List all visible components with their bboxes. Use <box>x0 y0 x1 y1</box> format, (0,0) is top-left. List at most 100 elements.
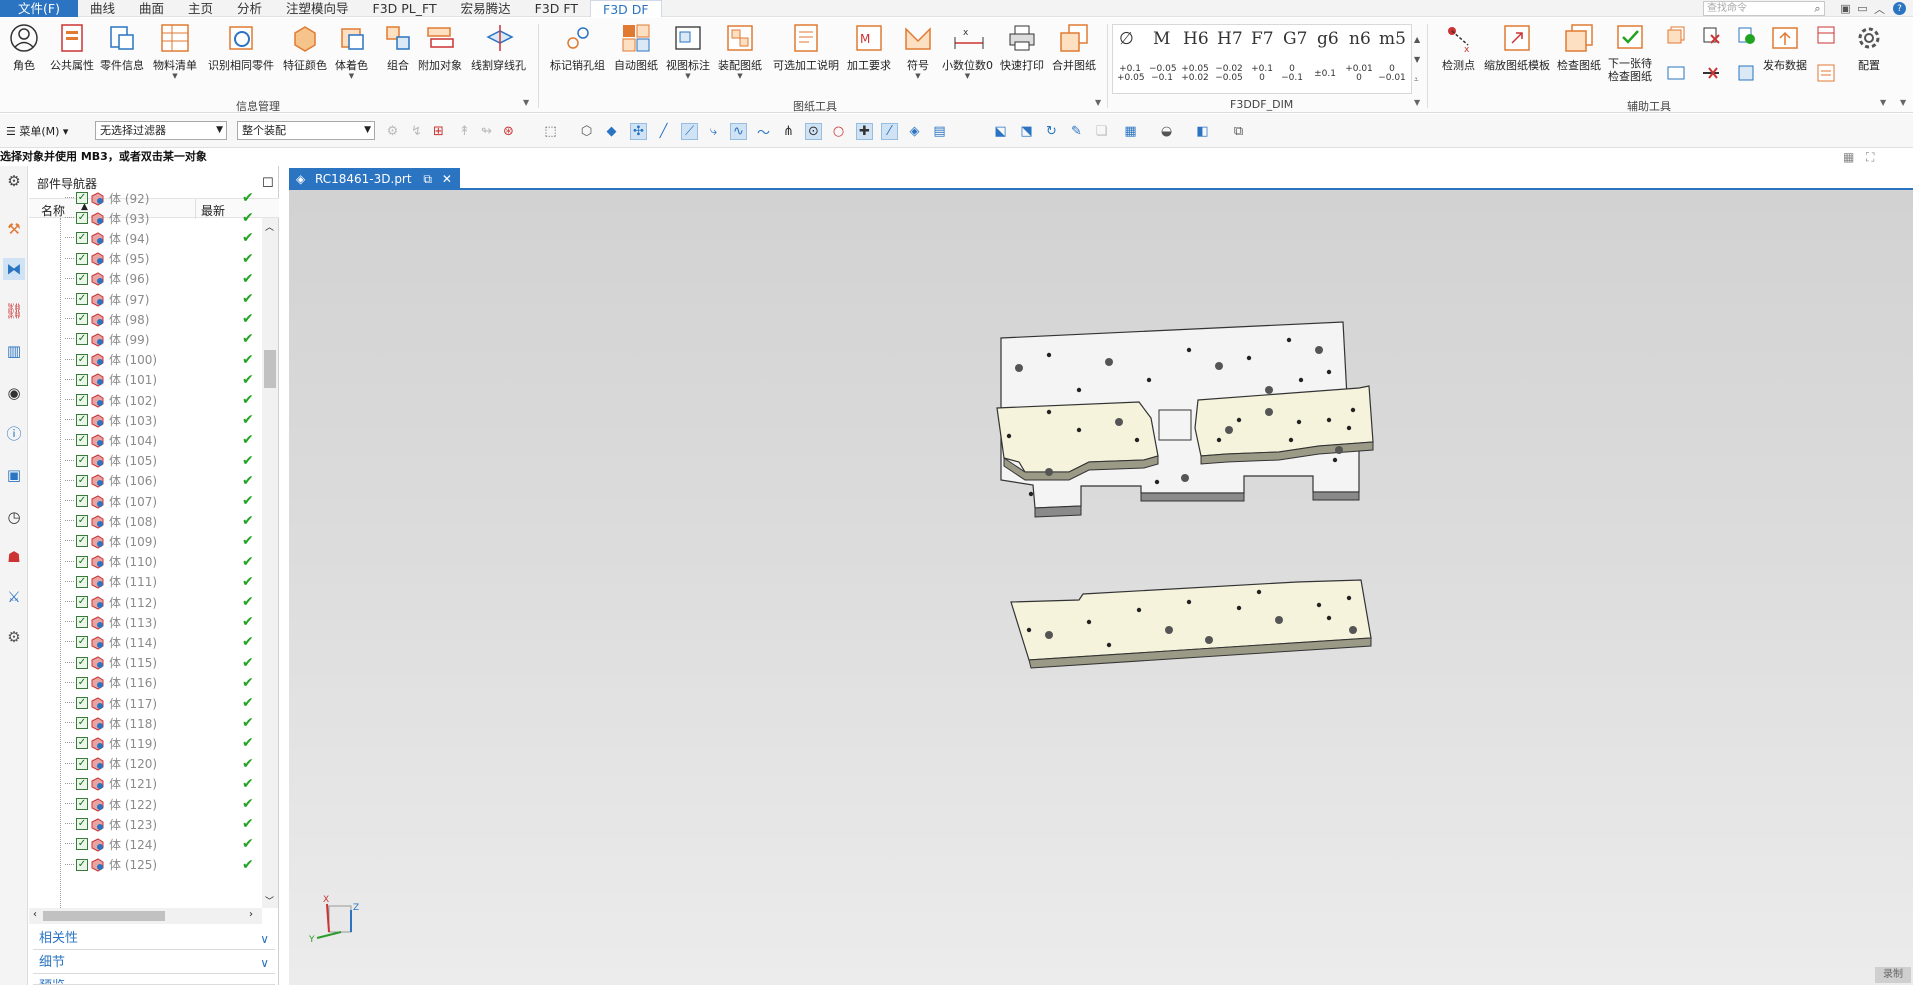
part-navigator-icon[interactable]: ⧓ <box>3 258 25 280</box>
menu-tab-analysis[interactable]: 分析 <box>225 0 274 17</box>
line-icon[interactable]: ╱ <box>655 123 672 140</box>
visibility-checkbox[interactable]: ✓ <box>76 798 88 810</box>
filter-icon-1[interactable]: ⚙ <box>384 123 401 140</box>
machining-requirement-button[interactable]: M 加工要求 <box>847 22 891 73</box>
tree-row[interactable]: ✓ 体 (97) ✔ <box>29 289 265 309</box>
layer-icon[interactable]: ❏ <box>1093 123 1110 140</box>
scroll-down-icon[interactable]: ﹀ <box>265 894 274 907</box>
wire-hole-button[interactable]: 线割穿线孔 <box>471 22 526 73</box>
visibility-checkbox[interactable]: ✓ <box>76 555 88 568</box>
visibility-checkbox[interactable]: ✓ <box>76 737 88 750</box>
visibility-checkbox[interactable]: ✓ <box>76 212 88 225</box>
tree-row[interactable]: ✓ 体 (108) ✔ <box>29 511 265 531</box>
tree-row[interactable]: ✓ 体 (111) ✔ <box>29 572 265 592</box>
tree-row[interactable]: ✓ 体 (96) ✔ <box>29 269 265 289</box>
detach-icon[interactable]: ⧉ <box>423 172 432 186</box>
tree-row[interactable]: ✓ 体 (119) ✔ <box>29 733 265 753</box>
tool-icon[interactable]: ⚔ <box>3 586 25 608</box>
dropdown-arrow-icon[interactable]: ▼ <box>349 73 354 80</box>
spline-icon[interactable]: ∿ <box>730 123 747 140</box>
visibility-checkbox[interactable]: ✓ <box>76 697 88 709</box>
curve-icon[interactable]: ⤷ <box>705 123 722 140</box>
visual-icon[interactable]: ◉ <box>3 382 25 404</box>
menu-tab-hongyi[interactable]: 宏易腾达 <box>449 0 523 17</box>
tree-row[interactable]: ✓ 体 (123) ✔ <box>29 814 265 834</box>
record-button[interactable]: 录制 <box>1875 967 1911 983</box>
check-point-button[interactable]: x 检测点 <box>1442 22 1475 73</box>
auto-drawing-button[interactable]: 自动图纸 <box>614 22 658 73</box>
dropdown-arrow-icon[interactable]: ▼ <box>685 73 690 80</box>
tree-row[interactable]: ✓ 体 (124) ✔ <box>29 834 265 854</box>
tree-row[interactable]: ✓ 体 (125) ✔ <box>29 855 265 875</box>
visibility-checkbox[interactable]: ✓ <box>76 495 88 507</box>
fit-g6-symbol[interactable]: g6 <box>1317 29 1339 49</box>
tolerance-4[interactable]: −0.02 −0.05 <box>1215 65 1243 83</box>
dropdown-arrow-icon[interactable]: ▼ <box>915 73 920 80</box>
merge-drawings-button[interactable]: 合并图纸 <box>1052 22 1096 73</box>
selection-filter-select[interactable]: 无选择过滤器 ▼ <box>95 121 227 140</box>
aux-icon-5[interactable] <box>1700 62 1722 87</box>
reuse-library-icon[interactable]: ▥ <box>3 340 25 362</box>
visibility-checkbox[interactable]: ✓ <box>76 353 88 366</box>
search-icon[interactable]: ⌕ <box>1810 1 1825 16</box>
tree-row[interactable]: ✓ 体 (92) ✔ <box>29 188 265 208</box>
tree-row[interactable]: ✓ 体 (99) ✔ <box>29 329 265 349</box>
fullscreen-icon[interactable]: ⛶ <box>1866 150 1874 165</box>
ribbon-options-icon[interactable]: ▼ <box>1900 98 1906 107</box>
snap-point-icon[interactable]: ✣ <box>630 123 647 140</box>
config-button[interactable]: 配置 <box>1853 22 1885 73</box>
robot-icon[interactable]: ⚙ <box>3 626 25 648</box>
menu-tab-f3d-ft[interactable]: F3D FT <box>523 0 590 17</box>
tree-row[interactable]: ✓ 体 (95) ✔ <box>29 249 265 269</box>
menu-tab-curve[interactable]: 曲线 <box>78 0 127 17</box>
face-icon[interactable]: ◈ <box>906 123 923 140</box>
filter-icon-2[interactable]: ↯ <box>408 123 425 140</box>
tree-row[interactable]: ✓ 体 (107) ✔ <box>29 491 265 511</box>
view-cube-icon[interactable]: ⬡ <box>578 123 595 140</box>
close-icon[interactable]: ✕ <box>442 172 452 186</box>
dropdown-arrow-icon[interactable]: ▼ <box>172 73 177 80</box>
tree-row[interactable]: ✓ 体 (113) ✔ <box>29 612 265 632</box>
scroll-left-icon[interactable]: ‹ <box>33 909 37 920</box>
visibility-checkbox[interactable]: ✓ <box>76 575 88 588</box>
wave-icon[interactable]: 〜 <box>755 123 772 141</box>
fit-g7-symbol[interactable]: G7 <box>1283 29 1307 49</box>
visibility-checkbox[interactable]: ✓ <box>76 616 88 629</box>
scroll-thumb[interactable] <box>264 350 276 388</box>
gallery-scroll-icons[interactable]: ▲ ▼ ⩡ <box>1414 30 1420 90</box>
aux-icon-7[interactable] <box>1815 24 1837 49</box>
aux-icon-2[interactable] <box>1700 24 1722 49</box>
panel-details[interactable]: 细节 ∨ <box>33 952 275 974</box>
fit-f7-symbol[interactable]: F7 <box>1251 29 1274 49</box>
machining-note-button[interactable]: 可选加工说明 <box>773 22 839 73</box>
combine-button[interactable]: 组合 <box>382 22 414 73</box>
tree-row[interactable]: ✓ 体 (94) ✔ <box>29 228 265 248</box>
window-icon[interactable]: ▣ <box>1838 1 1853 16</box>
menu-tab-home[interactable]: 主页 <box>176 0 225 17</box>
bom-button[interactable]: 物料清单 ▼ <box>153 22 197 80</box>
group-expand-icon[interactable]: ▼ <box>523 98 529 107</box>
panel-preview[interactable]: 预览 <box>33 976 275 985</box>
help-icon[interactable]: ? <box>1893 2 1906 15</box>
visibility-checkbox[interactable]: ✓ <box>76 757 88 770</box>
minimize-ribbon-icon[interactable]: ▭ <box>1855 1 1870 16</box>
add-selection-icon[interactable]: ⊞ <box>430 123 447 140</box>
intersect-icon[interactable]: ✚ <box>856 123 873 140</box>
section-icon[interactable]: ◒ <box>1158 123 1175 140</box>
aux-icon-1[interactable] <box>1665 24 1687 49</box>
document-icon[interactable]: ▣ <box>3 464 25 486</box>
menu-tab-f3d-pl-ft[interactable]: F3D PL_FT <box>361 0 449 17</box>
horizontal-scrollbar[interactable]: ‹ › <box>29 908 262 924</box>
feature-color-button[interactable]: 特征颜色 <box>283 22 327 73</box>
publish-data-button[interactable]: 发布数据 <box>1763 22 1807 73</box>
dropdown-arrow-icon[interactable]: ▼ <box>965 73 970 80</box>
tree-row[interactable]: ✓ 体 (122) ✔ <box>29 794 265 814</box>
assembly-drawing-button[interactable]: 装配图纸 ▼ <box>718 22 762 80</box>
visibility-checkbox[interactable]: ✓ <box>76 676 88 689</box>
tolerance-7[interactable]: ±0.1 <box>1311 70 1339 79</box>
aux-icon-8[interactable] <box>1815 62 1837 87</box>
quick-print-button[interactable]: 快速打印 <box>1000 22 1044 73</box>
visibility-checkbox[interactable]: ✓ <box>76 535 88 548</box>
tolerance-2[interactable]: −0.05 −0.1 <box>1149 65 1177 83</box>
tree-row[interactable]: ✓ 体 (100) ✔ <box>29 350 265 370</box>
